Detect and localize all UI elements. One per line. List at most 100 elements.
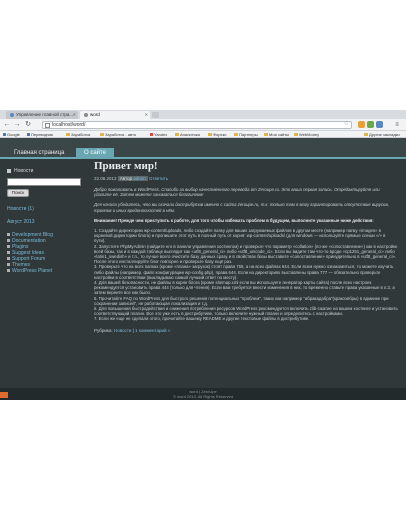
footer-copyright: © word 2013. All Rights Reserved — [173, 394, 233, 399]
sidebar: Новости Поиск Новости (1) Август 2013 De… — [7, 168, 87, 274]
yandex-icon — [150, 133, 153, 137]
page-icon — [45, 123, 50, 128]
rubric-label: Рубрика — [94, 327, 112, 333]
folder-icon — [175, 133, 179, 137]
translate-icon — [27, 133, 30, 137]
folder-icon — [364, 133, 368, 137]
bookmark-folder-partners[interactable]: Партнеры — [234, 131, 258, 138]
reply-link[interactable]: Ответить — [149, 176, 168, 181]
extension-icon[interactable] — [376, 121, 383, 128]
new-tab-button[interactable] — [152, 112, 159, 118]
bookmark-label: Аналитика — [180, 132, 200, 137]
bookmark-label: Мои сайты — [269, 132, 290, 137]
bookmarks-bar: Google Переводчик Заработок Заработок - … — [0, 131, 406, 138]
bullet-icon — [7, 239, 10, 243]
setup-step: 4. Для вашей безопасности, не файлы в ко… — [94, 280, 395, 296]
bookmark-folder-my-sites[interactable]: Мои сайты — [264, 131, 289, 138]
search-input[interactable] — [7, 178, 81, 186]
bookmark-label: Партнеры — [239, 132, 258, 137]
bookmark-folder-earnings[interactable]: Заработок — [66, 131, 90, 138]
other-bookmarks[interactable]: Другие закладки — [364, 131, 400, 138]
extension-icon[interactable] — [358, 121, 365, 128]
folder-icon — [100, 133, 104, 137]
search-widget-title: Новости — [7, 168, 87, 174]
blogroll-link[interactable]: WordPress Planet — [7, 268, 87, 274]
browser-toolbar: ← → ↻ localhost/word/ ☆ ≡ — [0, 119, 406, 131]
bookmark-label: WebMoney — [299, 132, 320, 137]
bookmark-google[interactable]: Google — [3, 131, 20, 138]
search-button[interactable]: Поиск — [7, 189, 29, 197]
bookmark-label: Заработок — [71, 132, 91, 137]
folder-icon — [66, 133, 70, 137]
setup-step: 6. Для повышения быстродействия и снижен… — [94, 306, 398, 317]
forward-arrow-icon[interactable]: → — [13, 121, 21, 129]
widget-icon — [7, 168, 11, 173]
menu-icon[interactable]: ≡ — [393, 121, 401, 129]
post: Привет мир! 22.08.2013 Автор admin Ответ… — [94, 160, 398, 333]
author-link[interactable]: admin — [133, 176, 145, 181]
widget-title-text: Новости — [14, 168, 34, 174]
bullet-icon — [7, 269, 10, 273]
post-meta: 22.08.2013 Автор admin Ответить — [94, 176, 398, 181]
browser-tab-word[interactable]: word ✕ — [80, 111, 150, 119]
bookmark-label: Другие закладки — [369, 132, 400, 137]
blogroll-label: WordPress Planet — [12, 268, 53, 274]
browser-window: Управление главной стра... ✕ word ✕ ← → ↻ … — [0, 110, 406, 400]
nav-home[interactable]: Главная страница — [6, 148, 72, 159]
bullet-icon — [7, 257, 10, 261]
bookmark-folder-forex[interactable]: Форекс — [208, 131, 227, 138]
browser-tab-admin[interactable]: Управление главной стра... ✕ — [6, 111, 78, 119]
setup-step: 3. Проверьте что на всех папках (кроме «… — [94, 264, 394, 280]
folder-icon — [294, 133, 298, 137]
post-warning: Внимание! Прежде чем приступить к работе… — [94, 217, 374, 223]
site-footer: word | ZeroUpe © word 2013. All Rights R… — [0, 388, 406, 400]
bookmark-label: Форекс — [213, 132, 227, 137]
word-favicon-icon — [84, 112, 88, 117]
setup-step: 1. Создайте директорию wp-content/upload… — [94, 228, 386, 244]
bullet-icon — [7, 245, 10, 249]
extension-icon[interactable] — [367, 121, 374, 128]
folder-icon — [234, 133, 238, 137]
admin-favicon-icon — [10, 112, 14, 117]
site-nav: Главная страница О сайте — [0, 146, 406, 159]
folder-icon — [264, 133, 268, 137]
setup-step: 5. Прочитайте FAQ по WordPress для быстр… — [94, 295, 389, 306]
rubric-link[interactable]: Новости — [114, 328, 131, 333]
site-header — [0, 138, 406, 146]
bookmark-folder-analytics[interactable]: Аналитика — [175, 131, 200, 138]
bookmark-star-icon[interactable]: ☆ — [344, 121, 349, 128]
nav-about[interactable]: О сайте — [76, 148, 115, 159]
setup-steps: 1. Создайте директорию wp-content/upload… — [94, 228, 398, 322]
back-arrow-icon[interactable]: ← — [3, 121, 11, 129]
bookmark-translator[interactable]: Переводчик — [27, 131, 53, 138]
bookmark-label: Yandex — [154, 132, 168, 137]
bullet-icon — [7, 251, 10, 255]
bookmark-label: Переводчик — [31, 132, 54, 137]
reload-icon[interactable]: ↻ — [24, 121, 32, 129]
corner-badge — [0, 392, 8, 398]
close-tab-icon[interactable]: ✕ — [145, 111, 148, 119]
address-text: localhost/word/ — [52, 122, 86, 128]
bookmark-label: Google — [7, 132, 20, 137]
bookmark-label: Заработок - авто — [105, 132, 137, 137]
tab-label: Управление главной стра... — [16, 112, 74, 117]
bullet-icon — [7, 263, 10, 267]
bookmark-folder-webmoney[interactable]: WebMoney — [294, 131, 319, 138]
setup-step: 2. Запустите PhpMyAdmin (найдите его в п… — [94, 243, 398, 265]
close-tab-icon[interactable]: ✕ — [73, 111, 76, 119]
page-viewport: Главная страница О сайте Новости Поиск Н… — [0, 138, 406, 400]
address-bar[interactable]: localhost/word/ ☆ — [42, 121, 352, 129]
bookmark-folder-earnings-auto[interactable]: Заработок - авто — [100, 131, 136, 138]
comments-link[interactable]: 1 комментарий » — [135, 328, 170, 333]
tab-strip: Управление главной стра... ✕ word ✕ — [0, 110, 406, 119]
setup-step: 7. Если же еще не сделали этого, прочита… — [94, 316, 310, 322]
author-label: Автор — [119, 176, 133, 181]
google-icon — [3, 133, 6, 137]
post-footer: Рубрика: Новости | 1 комментарий » — [94, 327, 171, 333]
post-intro: Добро пожаловать в WordPress. Спасибо за… — [94, 187, 380, 198]
author-badge: Автор admin — [117, 176, 148, 181]
bookmark-yandex[interactable]: Yandex — [150, 131, 167, 138]
post-date: 22.08.2013 — [94, 176, 117, 181]
post-title[interactable]: Привет мир! — [94, 160, 398, 172]
bullet-icon — [7, 233, 10, 237]
